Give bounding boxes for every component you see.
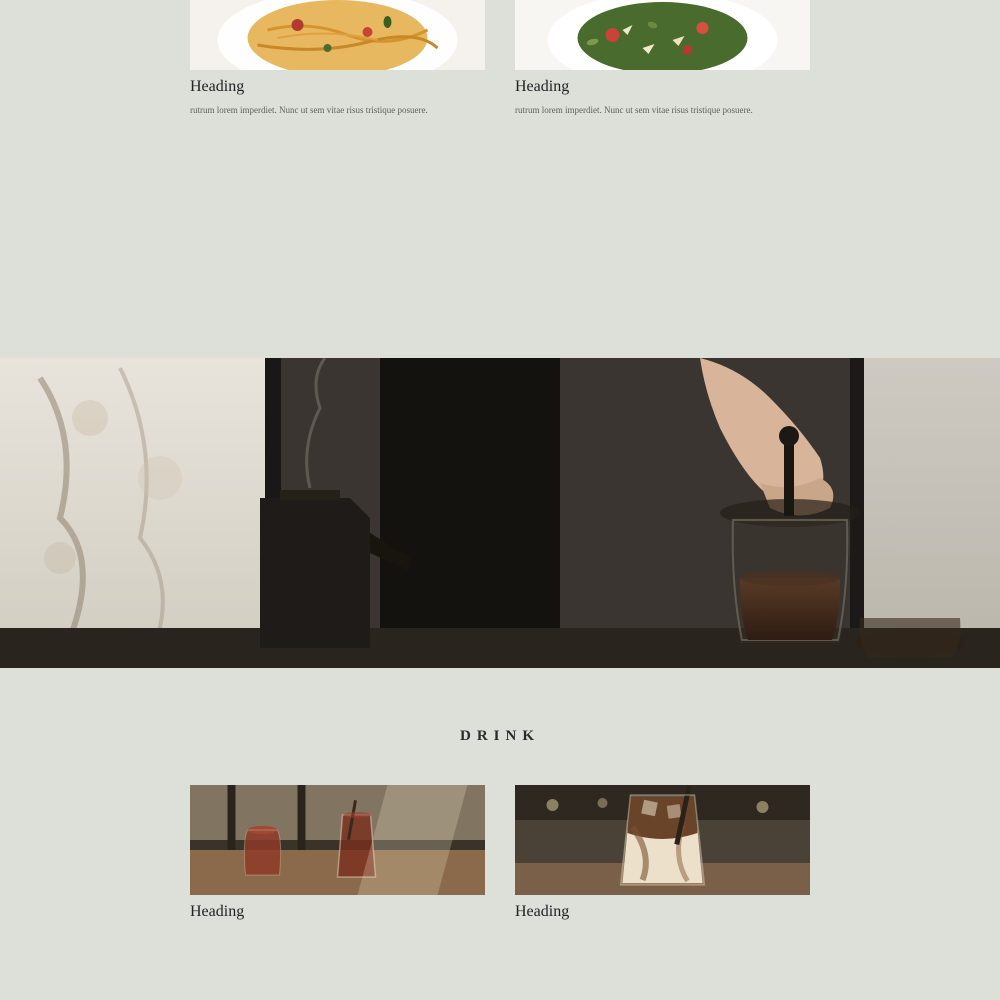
drink-card-heading: Heading [190, 903, 485, 921]
food-card-body: rutrum lorem imperdiet. Nunc ut sem vita… [515, 102, 810, 118]
drink-card-heading: Heading [515, 903, 810, 921]
drink-card: Heading [190, 785, 485, 921]
food-card-body: rutrum lorem imperdiet. Nunc ut sem vita… [190, 102, 485, 118]
food-card-heading: Heading [190, 78, 485, 96]
section-title-drink: DRINK [0, 728, 1000, 745]
food-card-heading: Heading [515, 78, 810, 96]
food-card: Heading rutrum lorem imperdiet. Nunc ut … [190, 0, 485, 118]
food-section: Heading rutrum lorem imperdiet. Nunc ut … [190, 0, 810, 118]
drink-image-iced-latte [515, 785, 810, 895]
food-card: Heading rutrum lorem imperdiet. Nunc ut … [515, 0, 810, 118]
drink-section: Heading [190, 785, 810, 921]
hero-image-coffee-pour [0, 358, 1000, 668]
food-image-pasta [190, 0, 485, 70]
drink-card: Heading [515, 785, 810, 921]
drink-image-iced-tea [190, 785, 485, 895]
food-image-farfalle [515, 0, 810, 70]
food-cards-row: Heading rutrum lorem imperdiet. Nunc ut … [190, 0, 810, 118]
drink-cards-row: Heading [190, 785, 810, 921]
